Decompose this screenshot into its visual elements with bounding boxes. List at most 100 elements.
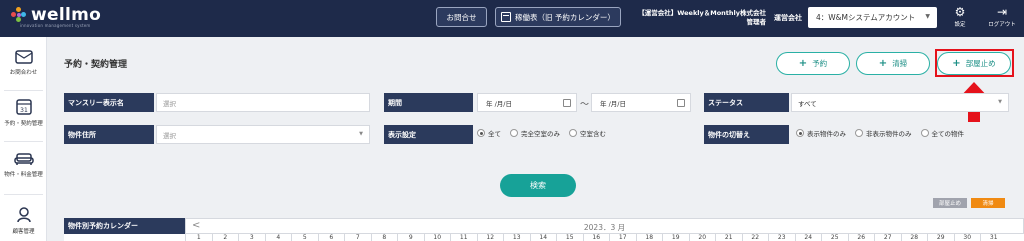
add-reservation-button[interactable]: + 予約 <box>776 52 850 75</box>
sidebar: お問合わせ 31 予約・契約管理 物件・料金管理 顧客管理 <box>0 37 47 241</box>
calendar-day-cell: 10 <box>423 234 451 241</box>
calendar-day-cell: 2 <box>211 234 239 241</box>
inquiry-button[interactable]: お問合せ <box>436 7 487 27</box>
period-label: 期間 <box>384 93 473 112</box>
person-icon <box>16 207 31 223</box>
legend-room-block: 部屋止め <box>933 198 967 208</box>
calendar-day-cell: 17 <box>609 234 636 241</box>
company-info: 【運営会社】Weekly＆Monthly株式会社 管理者 <box>630 9 766 27</box>
sofa-icon <box>13 153 34 165</box>
chevron-down-icon: ▼ <box>925 13 930 20</box>
radio-unselected-icon <box>510 129 518 137</box>
logout-icon: ⇥ <box>996 5 1008 19</box>
operator-select[interactable]: 4：W&Mシステムアカウント ▼ <box>808 7 937 28</box>
calendar-day-cell: 13 <box>503 234 530 241</box>
legend-room-block-label: 部屋止め <box>938 201 961 207</box>
calendar-day-cell: 19 <box>662 234 689 241</box>
logo-text: wellmo <box>31 5 102 25</box>
highlight-box <box>935 49 1014 77</box>
logout-label: ログアウト <box>988 22 1016 28</box>
calendar-day-cell: 11 <box>450 234 477 241</box>
monthly-name-input[interactable]: 選択 <box>156 93 370 112</box>
chevron-down-icon: ▼ <box>998 99 1002 105</box>
sidebar-item-inquiries[interactable]: お問合わせ <box>0 50 47 76</box>
calendar-day-cell: 14 <box>529 234 557 241</box>
plus-icon: + <box>798 58 808 69</box>
search-button[interactable]: 検索 <box>500 174 576 197</box>
legend-cleaning: 清掃 <box>971 198 1005 208</box>
settings-button[interactable]: ⚙ 設定 <box>942 4 978 34</box>
monthly-name-placeholder: 選択 <box>163 99 176 108</box>
plus-icon: + <box>878 58 888 69</box>
sidebar-divider <box>4 90 43 91</box>
logo-subtitle: innovation management system <box>20 23 91 28</box>
status-label: ステータス <box>704 93 789 112</box>
date-to-value: 年 /月/日 <box>600 99 626 108</box>
add-cleaning-button[interactable]: + 清掃 <box>856 52 930 75</box>
radio-selected-icon <box>477 129 485 137</box>
display-setting-radios: 全て 完全空室のみ 空室含む <box>477 128 615 138</box>
envelope-icon <box>14 50 33 64</box>
radio-all[interactable]: 全て <box>477 128 501 138</box>
wellmo-logo[interactable]: wellmo <box>11 6 101 24</box>
radio-include-vacant[interactable]: 空室含む <box>569 128 606 138</box>
radio-label: 完全空室のみ <box>521 130 560 138</box>
operator-label: 運営会社 <box>774 14 802 22</box>
radio-label: 表示物件のみ <box>807 130 846 138</box>
calendar-month-bar: < 2023．3 月 <box>185 218 1024 234</box>
calendar-day-cell: 21 <box>715 234 742 241</box>
address-select[interactable]: 選択 ▼ <box>156 125 370 144</box>
sidebar-item-properties[interactable]: 物件・料金管理 <box>0 152 47 178</box>
calendar-day-cell: 25 <box>821 234 848 241</box>
radio-fully-vacant[interactable]: 完全空室のみ <box>510 128 560 138</box>
sidebar-item-reservations[interactable]: 31 予約・契約管理 <box>0 98 47 127</box>
sidebar-divider <box>4 141 43 142</box>
sidebar-item-customers[interactable]: 顧客管理 <box>0 207 47 235</box>
page-title: 予約・契約管理 <box>64 60 128 70</box>
radio-label: 全て <box>488 130 501 138</box>
calendar-day-cell: 7 <box>344 234 371 241</box>
calendar-day-cell: 18 <box>635 234 663 241</box>
calendar-icon <box>501 12 512 22</box>
calendar-picker-icon <box>563 99 571 107</box>
calendar-day-cell: 3 <box>238 234 265 241</box>
occupancy-calendar-button[interactable]: 稼働表（旧 予約カレンダー） <box>495 7 621 27</box>
calendar-day-cell: 20 <box>688 234 716 241</box>
calendar-day-cell: 24 <box>794 234 822 241</box>
status-select-value: すべて <box>798 99 817 108</box>
date-from-input[interactable]: 年 /月/日 <box>477 93 577 112</box>
occupancy-calendar-label: 稼働表（旧 予約カレンダー） <box>515 12 615 22</box>
property-switch-radios: 表示物件のみ 非表示物件のみ 全ての物件 <box>796 128 973 138</box>
logout-button[interactable]: ⇥ ログアウト <box>982 4 1022 34</box>
calendar-picker-icon <box>677 99 685 107</box>
chevron-down-icon: ▼ <box>359 131 363 137</box>
sidebar-item-label: 物件・料金管理 <box>4 172 43 178</box>
search-button-label: 検索 <box>530 181 546 190</box>
calendar-day-cell: 1 <box>185 234 212 241</box>
calendar-month-label: 2023．3 月 <box>583 223 626 232</box>
date-range-separator: 〜 <box>580 100 590 110</box>
calendar-day-cell: 4 <box>264 234 292 241</box>
calendar-day-cell: 15 <box>556 234 583 241</box>
date-from-value: 年 /月/日 <box>486 99 512 108</box>
svg-text:31: 31 <box>20 107 28 114</box>
radio-hidden-only[interactable]: 非表示物件のみ <box>855 128 912 138</box>
calendar-day-cell: 29 <box>927 234 954 241</box>
add-reservation-label: 予約 <box>812 59 828 68</box>
monthly-name-label: マンスリー表示名 <box>64 93 154 112</box>
calendar-day-cell: 8 <box>370 234 398 241</box>
radio-all-properties[interactable]: 全ての物件 <box>920 128 964 138</box>
calendar-day-cell: 26 <box>847 234 875 241</box>
calendar-day-cell: 23 <box>768 234 795 241</box>
radio-unselected-icon <box>920 129 929 137</box>
calendar-day-header: 1 2 3 4 5 6 7 8 9 10 11 12 13 14 15 16 17 18 19 20 21 22 23 24 2… <box>64 234 1024 241</box>
address-placeholder: 選択 <box>163 131 176 140</box>
calendar-day-cell: 27 <box>874 234 901 241</box>
status-select[interactable]: すべて ▼ <box>791 93 1009 112</box>
gear-icon: ⚙ <box>954 5 966 19</box>
radio-visible-only[interactable]: 表示物件のみ <box>796 128 846 138</box>
date-to-input[interactable]: 年 /月/日 <box>591 93 691 112</box>
calendar-day-cell: 6 <box>317 234 345 241</box>
address-label: 物件住所 <box>64 125 154 144</box>
radio-unselected-icon <box>855 129 863 137</box>
